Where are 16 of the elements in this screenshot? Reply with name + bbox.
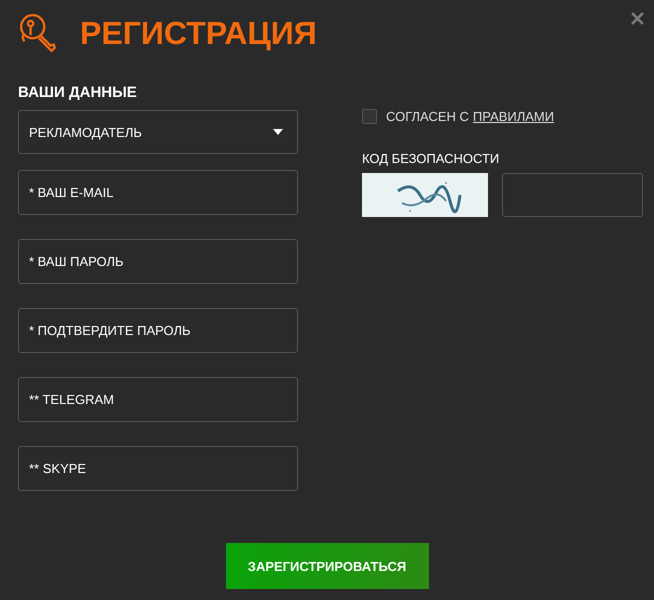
input-field[interactable]: * ВАШ ПАРОЛЬ (18, 239, 298, 284)
section-title: ВАШИ ДАННЫЕ (18, 84, 138, 101)
register-button[interactable]: ЗАРЕГИСТРИРОВАТЬСЯ (226, 543, 428, 589)
captcha-label: КОД БЕЗОПАСНОСТИ (362, 151, 500, 166)
agree-label: СОГЛАСЕН С (386, 109, 469, 124)
input-field[interactable]: ** TELEGRAM (18, 377, 298, 422)
input-field[interactable]: * ВАШ E-MAIL (18, 170, 298, 215)
input-field[interactable]: ** SKYPE (18, 446, 298, 491)
close-icon[interactable] (631, 12, 644, 25)
page-title: РЕГИСТРАЦИЯ (80, 14, 317, 52)
captcha-input[interactable] (502, 173, 643, 217)
account-type-select[interactable]: РЕКЛАМОДАТЕЛЬ (18, 110, 298, 154)
caret-icon (273, 129, 283, 135)
agree-checkbox[interactable] (362, 109, 377, 124)
input-field[interactable]: * ПОДТВЕРДИТЕ ПАРОЛЬ (18, 308, 298, 353)
rules-link[interactable]: ПРАВИЛАМИ (472, 109, 554, 124)
